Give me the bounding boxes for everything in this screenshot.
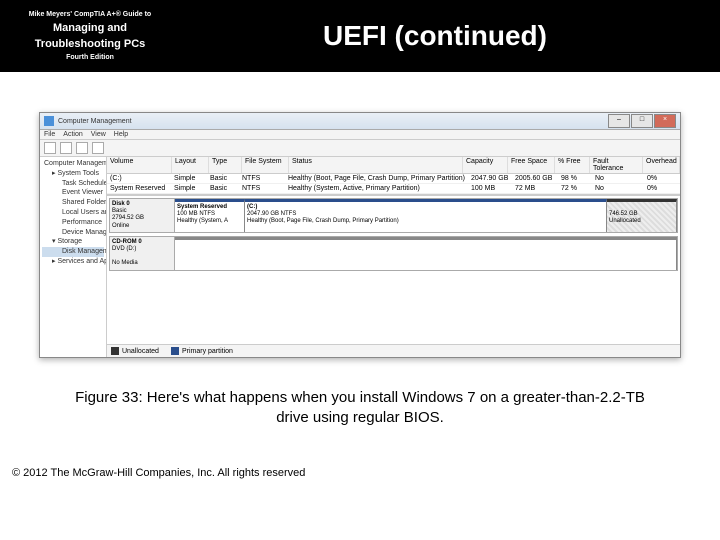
- copyright: © 2012 The McGraw-Hill Companies, Inc. A…: [0, 467, 720, 479]
- cdrom-partition: [175, 237, 677, 270]
- volume-header: Volume Layout Type File System Status Ca…: [107, 157, 680, 174]
- disk0-row[interactable]: Disk 0 Basic 2794.52 GB Online System Re…: [109, 198, 678, 233]
- nav-tree[interactable]: Computer Management (Local) ▸ System Too…: [40, 157, 107, 357]
- help-icon[interactable]: [92, 142, 104, 154]
- col-capacity[interactable]: Capacity: [463, 157, 508, 173]
- col-status[interactable]: Status: [289, 157, 463, 173]
- disk0-label: Disk 0 Basic 2794.52 GB Online: [110, 199, 175, 232]
- partition-unallocated[interactable]: 746.52 GB Unallocated: [607, 199, 677, 232]
- legend-unallocated: Unallocated: [111, 347, 159, 355]
- back-icon[interactable]: [44, 142, 56, 154]
- cdrom-row[interactable]: CD-ROM 0 DVD (D:) No Media: [109, 236, 678, 271]
- tree-local-users[interactable]: Local Users and Groups: [42, 208, 104, 218]
- partition-c[interactable]: (C:) 2047.90 GB NTFS Healthy (Boot, Page…: [245, 199, 607, 232]
- edition: Fourth Edition: [15, 53, 165, 62]
- window-body: Computer Management (Local) ▸ System Too…: [40, 157, 680, 357]
- volume-row-sys[interactable]: System Reserved Simple Basic NTFS Health…: [107, 184, 680, 194]
- right-pane: Volume Layout Type File System Status Ca…: [107, 157, 680, 357]
- col-pct[interactable]: % Free: [555, 157, 590, 173]
- tree-shared-folders[interactable]: Shared Folders: [42, 198, 104, 208]
- refresh-icon[interactable]: [76, 142, 88, 154]
- menu-view[interactable]: View: [91, 131, 106, 138]
- window-title: Computer Management: [58, 118, 608, 125]
- col-fs[interactable]: File System: [242, 157, 289, 173]
- col-ft[interactable]: Fault Tolerance: [590, 157, 643, 173]
- disk0-bar: System Reserved 100 MB NTFS Healthy (Sys…: [175, 199, 677, 232]
- disk-map: Disk 0 Basic 2794.52 GB Online System Re…: [107, 194, 680, 344]
- cdrom-label: CD-ROM 0 DVD (D:) No Media: [110, 237, 175, 270]
- menu-file[interactable]: File: [44, 131, 55, 138]
- tree-system-tools[interactable]: ▸ System Tools: [42, 169, 104, 179]
- slide-header: Mike Meyers' CompTIA A+® Guide to Managi…: [0, 0, 720, 72]
- tree-root[interactable]: Computer Management (Local): [42, 159, 104, 169]
- col-type[interactable]: Type: [209, 157, 242, 173]
- toolbar: [40, 140, 680, 157]
- app-icon: [44, 116, 54, 126]
- figure-caption: Figure 33: Here's what happens when you …: [70, 388, 650, 427]
- window-controls: – □ ×: [608, 114, 676, 128]
- menu-help[interactable]: Help: [114, 131, 128, 138]
- partition-system-reserved[interactable]: System Reserved 100 MB NTFS Healthy (Sys…: [175, 199, 245, 232]
- forward-icon[interactable]: [60, 142, 72, 154]
- tree-storage[interactable]: ▾ Storage: [42, 237, 104, 247]
- minimize-button[interactable]: –: [608, 114, 630, 128]
- col-ov[interactable]: Overhead: [643, 157, 680, 173]
- tree-task-scheduler[interactable]: Task Scheduler: [42, 179, 104, 189]
- col-free[interactable]: Free Space: [508, 157, 555, 173]
- col-volume[interactable]: Volume: [107, 157, 172, 173]
- legend-primary: Primary partition: [171, 347, 233, 355]
- cdrom-bar: [175, 237, 677, 270]
- menubar: File Action View Help: [40, 130, 680, 140]
- tree-performance[interactable]: Performance: [42, 218, 104, 228]
- maximize-button[interactable]: □: [631, 114, 653, 128]
- tree-event-viewer[interactable]: Event Viewer: [42, 188, 104, 198]
- tree-services[interactable]: ▸ Services and Applications: [42, 257, 104, 267]
- titlebar: Computer Management – □ ×: [40, 113, 680, 130]
- tree-device-manager[interactable]: Device Manager: [42, 228, 104, 238]
- volume-row-c[interactable]: (C:) Simple Basic NTFS Healthy (Boot, Pa…: [107, 174, 680, 184]
- slide-content: Computer Management – □ × File Action Vi…: [0, 72, 720, 467]
- slide-title: UEFI (continued): [165, 20, 705, 52]
- book-title-1: Managing and: [15, 21, 165, 35]
- book-title-2: Troubleshooting PCs: [15, 37, 165, 51]
- computer-management-window: Computer Management – □ × File Action Vi…: [39, 112, 681, 358]
- col-layout[interactable]: Layout: [172, 157, 209, 173]
- menu-action[interactable]: Action: [63, 131, 82, 138]
- tree-disk-management[interactable]: Disk Management: [42, 247, 104, 257]
- close-button[interactable]: ×: [654, 114, 676, 128]
- book-info: Mike Meyers' CompTIA A+® Guide to Managi…: [15, 10, 165, 63]
- legend: Unallocated Primary partition: [107, 344, 680, 357]
- guide-line: Mike Meyers' CompTIA A+® Guide to: [15, 10, 165, 19]
